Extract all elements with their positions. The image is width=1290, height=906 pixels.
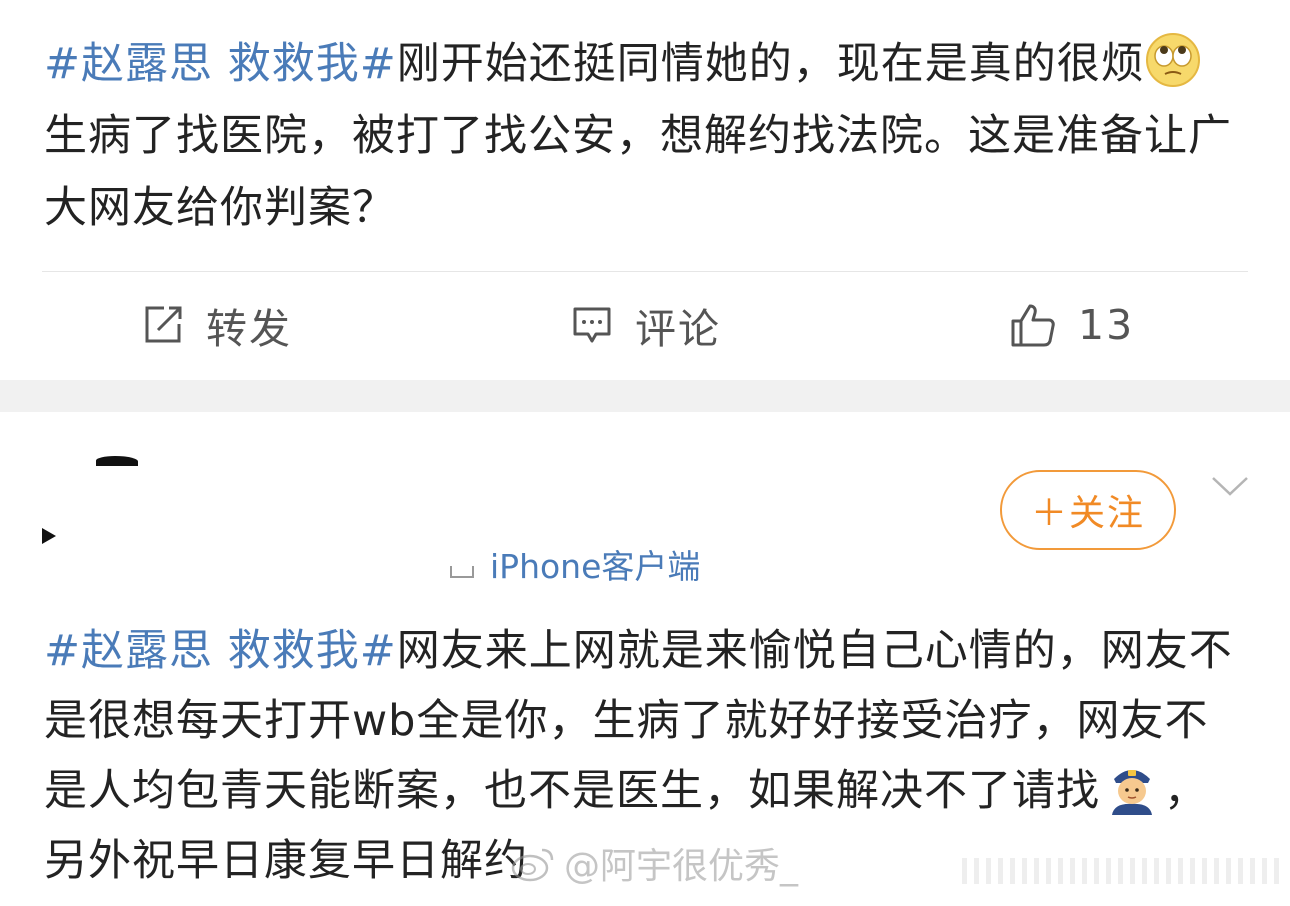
thumbs-up-icon [1011, 304, 1055, 347]
like-count: 13 [1078, 301, 1135, 349]
avatar[interactable] [40, 452, 150, 582]
watermark-stripes [962, 858, 1282, 884]
post-1-text-part2: 生病了找医院，被打了找公安，想解约找法院。这是准备让广大网友给你判案？ [44, 111, 1232, 233]
section-gap [0, 380, 1290, 412]
comment-icon [573, 307, 611, 343]
eye-roll-emoji-icon [1145, 33, 1200, 87]
post-1-text: #赵露思 救救我#刚开始还挺同情她的，现在是真的很烦 生病了找医院，被打了找公安… [44, 28, 1250, 244]
repost-label: 转发 [206, 305, 292, 353]
watermark: @阿宇很优秀_ [510, 838, 798, 888]
topic-link[interactable]: #赵露思 救救我# [44, 39, 397, 89]
repost-icon [145, 306, 182, 343]
source-label: iPhone客户端 [490, 547, 701, 586]
chevron-down-icon[interactable] [1210, 474, 1250, 498]
source-marker [450, 566, 474, 578]
divider [42, 271, 1248, 272]
topic-link[interactable]: #赵露思 救救我# [44, 626, 397, 676]
post-card-1: #赵露思 救救我#刚开始还挺同情她的，现在是真的很烦 生病了找医院，被打了找公安… [0, 0, 1290, 380]
comment-label: 评论 [635, 305, 721, 353]
comment-button[interactable]: 评论 [571, 290, 721, 360]
watermark-text: @阿宇很优秀_ [564, 846, 799, 887]
police-officer-emoji-icon [1112, 770, 1152, 815]
post-source: iPhone客户端 [450, 540, 700, 588]
post-1-text-part1: 刚开始还挺同情她的，现在是真的很烦 [396, 39, 1145, 89]
weibo-logo-icon [511, 848, 554, 882]
follow-button[interactable]: ＋关注 [1000, 470, 1176, 550]
repost-button[interactable]: 转发 [142, 290, 292, 360]
like-button[interactable]: 13 [1010, 290, 1134, 360]
action-bar: 转发 评论 13 [0, 290, 1290, 360]
post-card-2: iPhone客户端 ＋关注 #赵露思 救救我#网友来上网就是来愉悦自己心情的，网… [0, 412, 1290, 906]
